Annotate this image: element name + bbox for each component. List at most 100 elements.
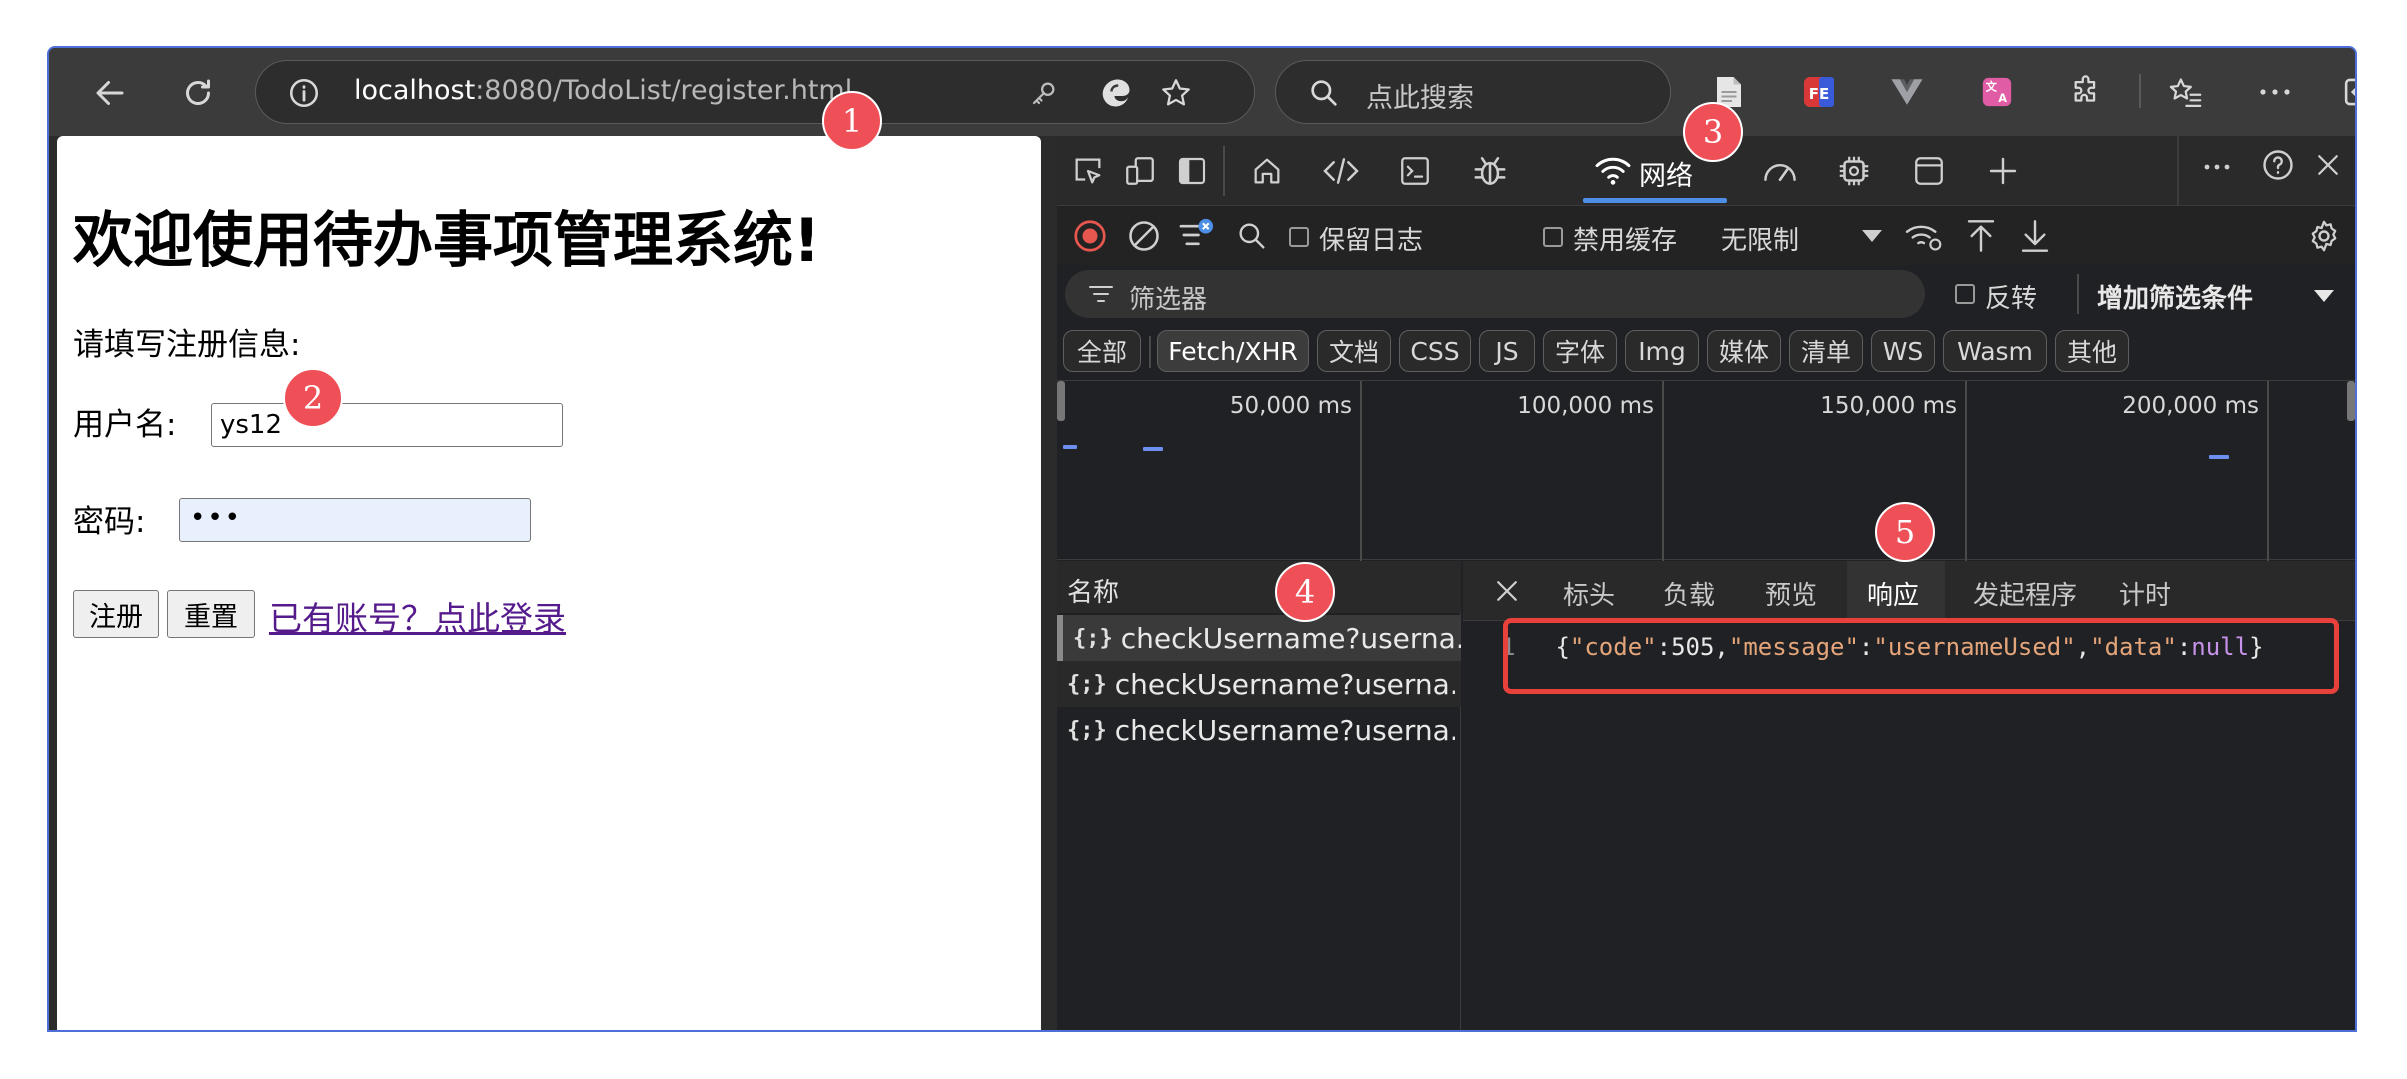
device-emulation-icon[interactable] [1119, 150, 1161, 192]
filter-input[interactable]: 筛选器 [1065, 270, 1925, 318]
add-filter-dropdown[interactable]: 增加筛选条件 [2097, 278, 2253, 315]
register-intro-text: 请填写注册信息: [73, 327, 301, 363]
request-list-header[interactable]: 名称 [1057, 561, 1461, 613]
fe-extension-icon[interactable]: FE [1799, 72, 1839, 112]
overview-tick-label: 100,000 ms [1517, 393, 1654, 419]
resource-type-filters: 全部 Fetch/XHR 文档 CSS JS 字体 Img 媒体 清单 WS W… [1057, 326, 2355, 378]
wifi-network-icon [1593, 150, 1633, 190]
login-link[interactable]: 已有账号？点此登录 [269, 592, 566, 640]
detail-tab-bar: 标头 负载 预览 响应 发起程序 计时 [1463, 561, 2355, 621]
invert-label: 反转 [1985, 284, 2038, 314]
throttle-select[interactable]: 无限制 [1721, 220, 1799, 257]
password-label: 密码: [73, 504, 146, 540]
bug-sources-icon[interactable] [1467, 148, 1513, 194]
url-text: localhost:8080/TodoList/register.html [354, 75, 853, 106]
edge-logo-icon[interactable] [1096, 73, 1136, 113]
name-column-header: 名称 [1067, 578, 1120, 608]
help-icon[interactable] [2257, 144, 2299, 186]
network-overview-timeline[interactable]: 50,000 ms 100,000 ms 150,000 ms 200,000 … [1057, 380, 2355, 561]
json-request-icon: {;} [1073, 625, 1113, 651]
request-name: checkUsername?userna... [1120, 621, 1461, 655]
close-detail-icon[interactable] [1489, 573, 1525, 609]
key-icon[interactable] [1026, 75, 1062, 111]
tab-payload[interactable]: 负载 [1663, 575, 1715, 612]
performance-gauge-icon[interactable] [1757, 150, 1803, 192]
import-upload-icon[interactable] [1961, 215, 2001, 257]
search-box[interactable]: 点此搜索 [1275, 60, 1671, 124]
request-list: 名称 {;} checkUsername?userna... {;} check… [1057, 561, 1461, 1030]
tab-initiator[interactable]: 发起程序 [1973, 575, 2077, 612]
username-input[interactable]: ys12 [211, 403, 563, 447]
network-conditions-icon[interactable] [1903, 215, 1945, 257]
reset-button[interactable]: 重置 [167, 590, 255, 638]
overview-right-handle[interactable] [2347, 381, 2355, 421]
address-bar[interactable]: localhost:8080/TodoList/register.html [255, 60, 1255, 124]
filter-settings-icon[interactable] [1177, 215, 1217, 255]
add-tab-plus-icon[interactable] [1981, 150, 2025, 192]
home-icon[interactable] [1245, 150, 1289, 192]
site-info-icon[interactable] [286, 75, 322, 111]
type-filter-all[interactable]: 全部 [1063, 330, 1141, 372]
devtools-divider [1223, 146, 1225, 196]
response-highlight-box [1503, 618, 2339, 694]
invert-checkbox[interactable] [1955, 284, 1975, 304]
sidebar-toggle-icon[interactable] [2339, 70, 2355, 114]
request-row[interactable]: {;} checkUsername?userna... [1057, 707, 1461, 753]
favorite-star-icon[interactable] [1156, 73, 1196, 113]
tab-response[interactable]: 响应 [1867, 575, 1919, 612]
type-filter-divider [1149, 336, 1151, 368]
devtools-divider [2177, 136, 2179, 206]
type-filter-img[interactable]: Img [1625, 330, 1699, 372]
request-detail-pane: 标头 负载 预览 响应 发起程序 计时 1 {"code":505,"messag… [1463, 561, 2355, 1030]
tab-preview[interactable]: 预览 [1765, 575, 1817, 612]
request-row[interactable]: {;} checkUsername?userna... [1057, 661, 1461, 707]
username-label: 用户名: [73, 407, 177, 443]
memory-chip-icon[interactable] [1831, 148, 1877, 194]
type-filter-document[interactable]: 文档 [1317, 330, 1391, 372]
type-filter-wasm[interactable]: Wasm [1943, 330, 2047, 372]
request-name: checkUsername?userna... [1114, 713, 1455, 747]
back-arrow-icon[interactable] [87, 70, 133, 116]
tab-timing[interactable]: 计时 [2119, 575, 2171, 612]
refresh-icon[interactable] [175, 70, 221, 116]
translate-extension-icon[interactable]: 文A [1977, 72, 2017, 112]
tab-headers[interactable]: 标头 [1563, 575, 1615, 612]
type-filter-fetch-xhr[interactable]: Fetch/XHR [1157, 330, 1309, 372]
dock-side-icon[interactable] [1171, 150, 1213, 192]
type-filter-other[interactable]: 其他 [2055, 330, 2129, 372]
devtools-more-icon[interactable] [2197, 152, 2237, 182]
elements-code-icon[interactable] [1319, 150, 1363, 192]
network-settings-gear-icon[interactable] [2303, 215, 2345, 257]
type-filter-media[interactable]: 媒体 [1707, 330, 1781, 372]
type-filter-ws[interactable]: WS [1871, 330, 1935, 372]
search-requests-icon[interactable] [1233, 217, 1271, 255]
disable-cache-checkbox[interactable] [1543, 227, 1563, 247]
console-icon[interactable] [1393, 150, 1437, 192]
more-menu-icon[interactable] [2255, 72, 2295, 112]
overview-gridline [2267, 381, 2269, 561]
type-filter-manifest[interactable]: 清单 [1789, 330, 1863, 372]
password-input[interactable]: ••• [179, 498, 531, 542]
close-devtools-icon[interactable] [2307, 144, 2349, 186]
request-row[interactable]: {;} checkUsername?userna... [1057, 615, 1461, 661]
chevron-down-icon[interactable] [1859, 225, 1885, 247]
toolbar-divider [2139, 74, 2141, 108]
extensions-puzzle-icon[interactable] [2067, 72, 2107, 112]
register-button[interactable]: 注册 [73, 590, 159, 638]
record-stop-icon[interactable] [1071, 217, 1109, 255]
search-placeholder: 点此搜索 [1366, 83, 1474, 114]
application-panel-icon[interactable] [1907, 150, 1951, 192]
overview-left-handle[interactable] [1057, 381, 1065, 421]
vue-devtools-icon[interactable] [1887, 72, 1927, 112]
type-filter-font[interactable]: 字体 [1543, 330, 1617, 372]
type-filter-css[interactable]: CSS [1399, 330, 1471, 372]
export-download-icon[interactable] [2015, 215, 2055, 257]
preserve-log-checkbox[interactable] [1289, 227, 1309, 247]
clear-log-icon[interactable] [1125, 217, 1163, 255]
chevron-down-icon[interactable] [2311, 286, 2337, 306]
type-filter-js[interactable]: JS [1479, 330, 1535, 372]
favorites-list-icon[interactable] [2165, 72, 2205, 112]
inspect-element-icon[interactable] [1067, 150, 1109, 192]
request-name: checkUsername?userna... [1114, 667, 1455, 701]
preserve-log-label: 保留日志 [1319, 226, 1424, 256]
